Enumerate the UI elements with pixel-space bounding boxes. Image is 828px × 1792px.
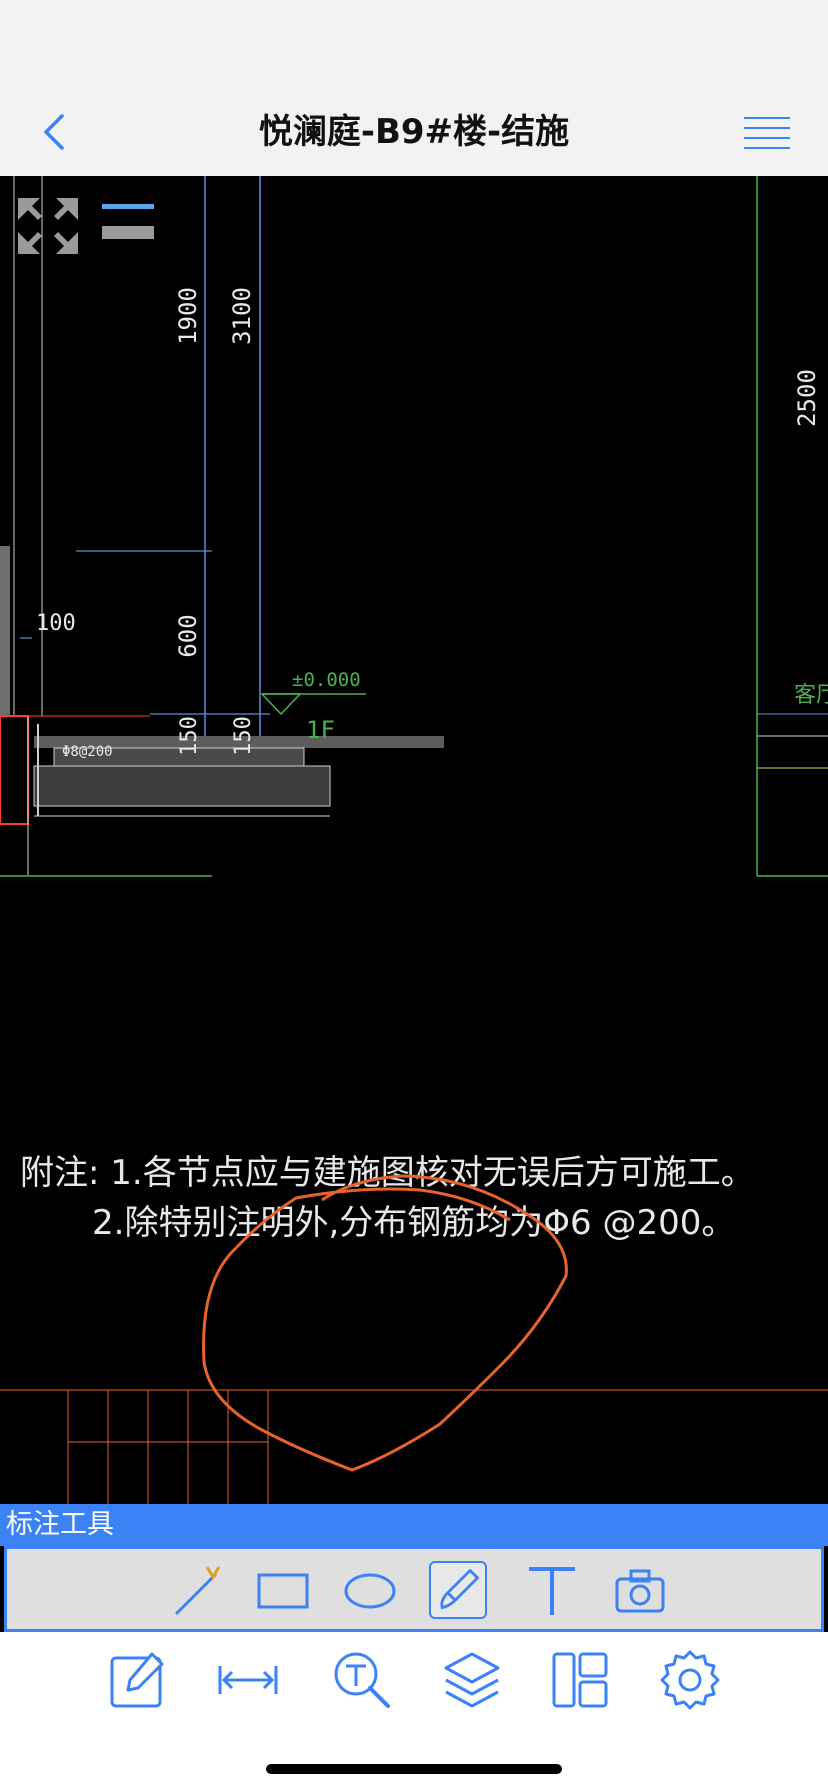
annotation-tools-header: 标注工具 (0, 1504, 828, 1546)
navigation-bar: 悦澜庭-B9#楼-结施 (0, 88, 828, 177)
text-t-icon[interactable] (523, 1561, 581, 1619)
level-mark: ±0.000 (292, 669, 361, 691)
rebar-label: Φ8@200 (62, 744, 113, 760)
status-bar (0, 0, 828, 88)
camera-icon[interactable] (611, 1561, 669, 1619)
layout-icon[interactable] (548, 1648, 612, 1712)
line-arrow-icon[interactable] (169, 1561, 227, 1619)
menu-icon[interactable] (742, 114, 792, 152)
note-line-1: 附注: 1.各节点应与建施图核对无误后方可施工。 (20, 1153, 755, 1193)
home-indicator (266, 1764, 562, 1774)
room-label: 客厅 (794, 683, 828, 708)
line-weight-icon[interactable] (102, 204, 154, 239)
drawing-canvas[interactable]: 1900 3100 2500 600 150 150 100 ±0.000 1F… (0, 176, 828, 1504)
layers-icon[interactable] (440, 1648, 504, 1712)
expand-icon[interactable] (18, 198, 78, 254)
gear-icon[interactable] (658, 1648, 722, 1712)
dimension-100: 100 (36, 611, 76, 636)
rectangle-icon[interactable] (253, 1561, 311, 1619)
floor-label: 1F (306, 716, 335, 744)
pen-icon (440, 1569, 479, 1610)
note-line-2: 2.除特别注明外,分布钢筋均为Φ6 @200。 (92, 1203, 735, 1243)
dimension-1900: 1900 (174, 287, 202, 345)
cad-drawing: 1900 3100 2500 600 150 150 100 ±0.000 1F… (0, 176, 828, 1504)
pen-tool-active[interactable] (429, 1561, 487, 1619)
dimension-150-b: 150 (231, 716, 256, 756)
dimension-3100: 3100 (228, 287, 256, 345)
dimension-2500: 2500 (793, 369, 821, 427)
dimension-150-a: 150 (177, 716, 202, 756)
text-search-icon[interactable] (330, 1648, 394, 1712)
measure-icon[interactable] (216, 1648, 280, 1712)
edit-icon[interactable] (106, 1648, 170, 1712)
page-title: 悦澜庭-B9#楼-结施 (258, 112, 570, 152)
dimension-600: 600 (174, 614, 202, 657)
annotation-toolbar (4, 1546, 824, 1632)
title-block (0, 1389, 828, 1504)
ellipse-icon[interactable] (341, 1561, 399, 1619)
